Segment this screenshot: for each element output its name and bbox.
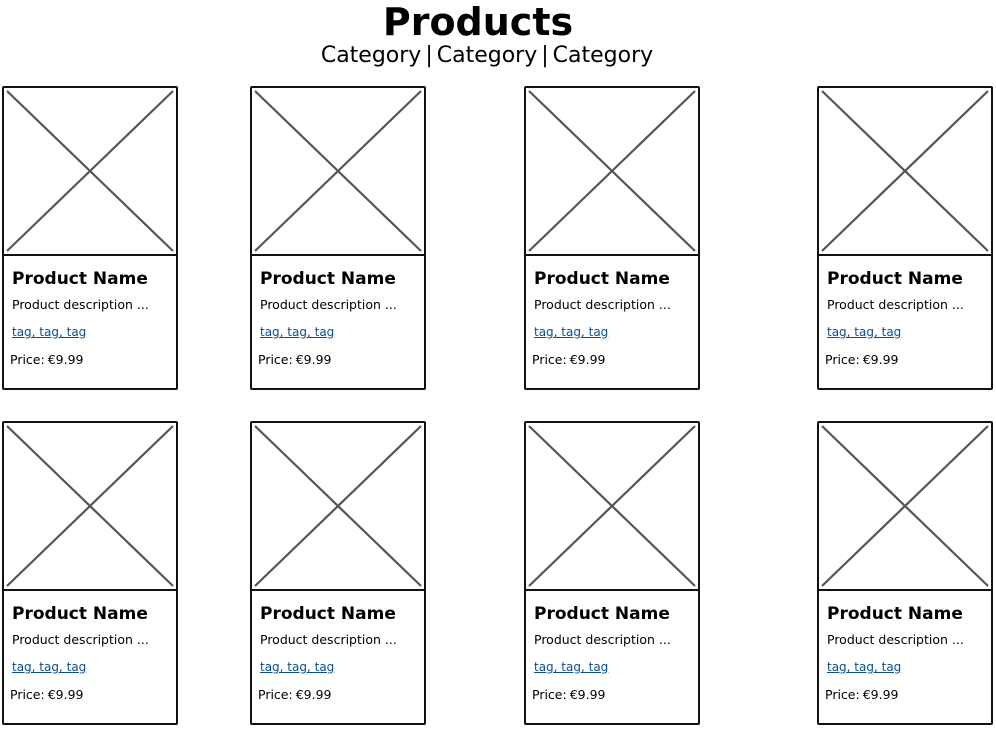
price-value: €9.99 [862,687,899,702]
price-value: €9.99 [47,352,84,367]
product-name[interactable]: Product Name [260,603,396,625]
product-image-placeholder [4,88,176,256]
product-name[interactable]: Product Name [12,268,148,290]
product-card[interactable]: Product Name Product description ... tag… [817,86,993,390]
image-placeholder-icon [821,90,989,252]
image-placeholder-icon [528,425,696,587]
product-name[interactable]: Product Name [534,603,670,625]
product-price: Price: €9.99 [532,686,606,704]
price-value: €9.99 [295,352,332,367]
price-value: €9.99 [47,687,84,702]
product-name[interactable]: Product Name [534,268,670,290]
product-image-placeholder [252,88,424,256]
product-name[interactable]: Product Name [12,603,148,625]
price-label: Price: [532,352,567,367]
product-price: Price: €9.99 [825,686,899,704]
price-label: Price: [10,352,45,367]
price-label: Price: [10,687,45,702]
image-placeholder-icon [254,425,422,587]
product-image-placeholder [526,88,698,256]
image-placeholder-icon [821,425,989,587]
product-tags-link[interactable]: tag, tag, tag [12,658,86,676]
product-card[interactable]: Product Name Product description ... tag… [2,421,178,725]
product-price: Price: €9.99 [258,686,332,704]
product-description: Product description ... [827,297,964,312]
image-placeholder-icon [6,425,174,587]
price-value: €9.99 [569,352,606,367]
product-image-placeholder [819,423,991,591]
product-price: Price: €9.99 [10,351,84,369]
price-label: Price: [258,352,293,367]
price-label: Price: [532,687,567,702]
category-separator: | [541,43,549,68]
product-description: Product description ... [827,632,964,647]
image-placeholder-icon [528,90,696,252]
product-description: Product description ... [260,297,397,312]
product-description: Product description ... [534,632,671,647]
price-label: Price: [825,687,860,702]
price-value: €9.99 [295,687,332,702]
product-name[interactable]: Product Name [827,603,963,625]
product-name[interactable]: Product Name [827,268,963,290]
product-image-placeholder [252,423,424,591]
category-link-2[interactable]: Category [437,43,538,68]
product-tags-link[interactable]: tag, tag, tag [534,658,608,676]
product-card[interactable]: Product Name Product description ... tag… [524,421,700,725]
product-tags-link[interactable]: tag, tag, tag [827,323,901,341]
product-price: Price: €9.99 [532,351,606,369]
category-separator: | [425,43,433,68]
product-price: Price: €9.99 [825,351,899,369]
product-image-placeholder [526,423,698,591]
product-price: Price: €9.99 [258,351,332,369]
product-card[interactable]: Product Name Product description ... tag… [250,421,426,725]
price-label: Price: [825,352,860,367]
product-price: Price: €9.99 [10,686,84,704]
product-image-placeholder [4,423,176,591]
product-card[interactable]: Product Name Product description ... tag… [250,86,426,390]
product-tags-link[interactable]: tag, tag, tag [827,658,901,676]
product-description: Product description ... [12,632,149,647]
product-description: Product description ... [12,297,149,312]
product-card[interactable]: Product Name Product description ... tag… [524,86,700,390]
product-name[interactable]: Product Name [260,268,396,290]
product-tags-link[interactable]: tag, tag, tag [12,323,86,341]
product-tags-link[interactable]: tag, tag, tag [534,323,608,341]
category-link-3[interactable]: Category [553,43,654,68]
price-value: €9.99 [569,687,606,702]
product-image-placeholder [819,88,991,256]
product-card[interactable]: Product Name Product description ... tag… [817,421,993,725]
price-label: Price: [258,687,293,702]
image-placeholder-icon [6,90,174,252]
page-title: Products [382,0,574,44]
product-tags-link[interactable]: tag, tag, tag [260,658,334,676]
product-tags-link[interactable]: tag, tag, tag [260,323,334,341]
image-placeholder-icon [254,90,422,252]
category-nav: Category | Category | Category [0,42,974,70]
category-link-1[interactable]: Category [321,43,422,68]
product-description: Product description ... [534,297,671,312]
product-card[interactable]: Product Name Product description ... tag… [2,86,178,390]
price-value: €9.99 [862,352,899,367]
product-description: Product description ... [260,632,397,647]
